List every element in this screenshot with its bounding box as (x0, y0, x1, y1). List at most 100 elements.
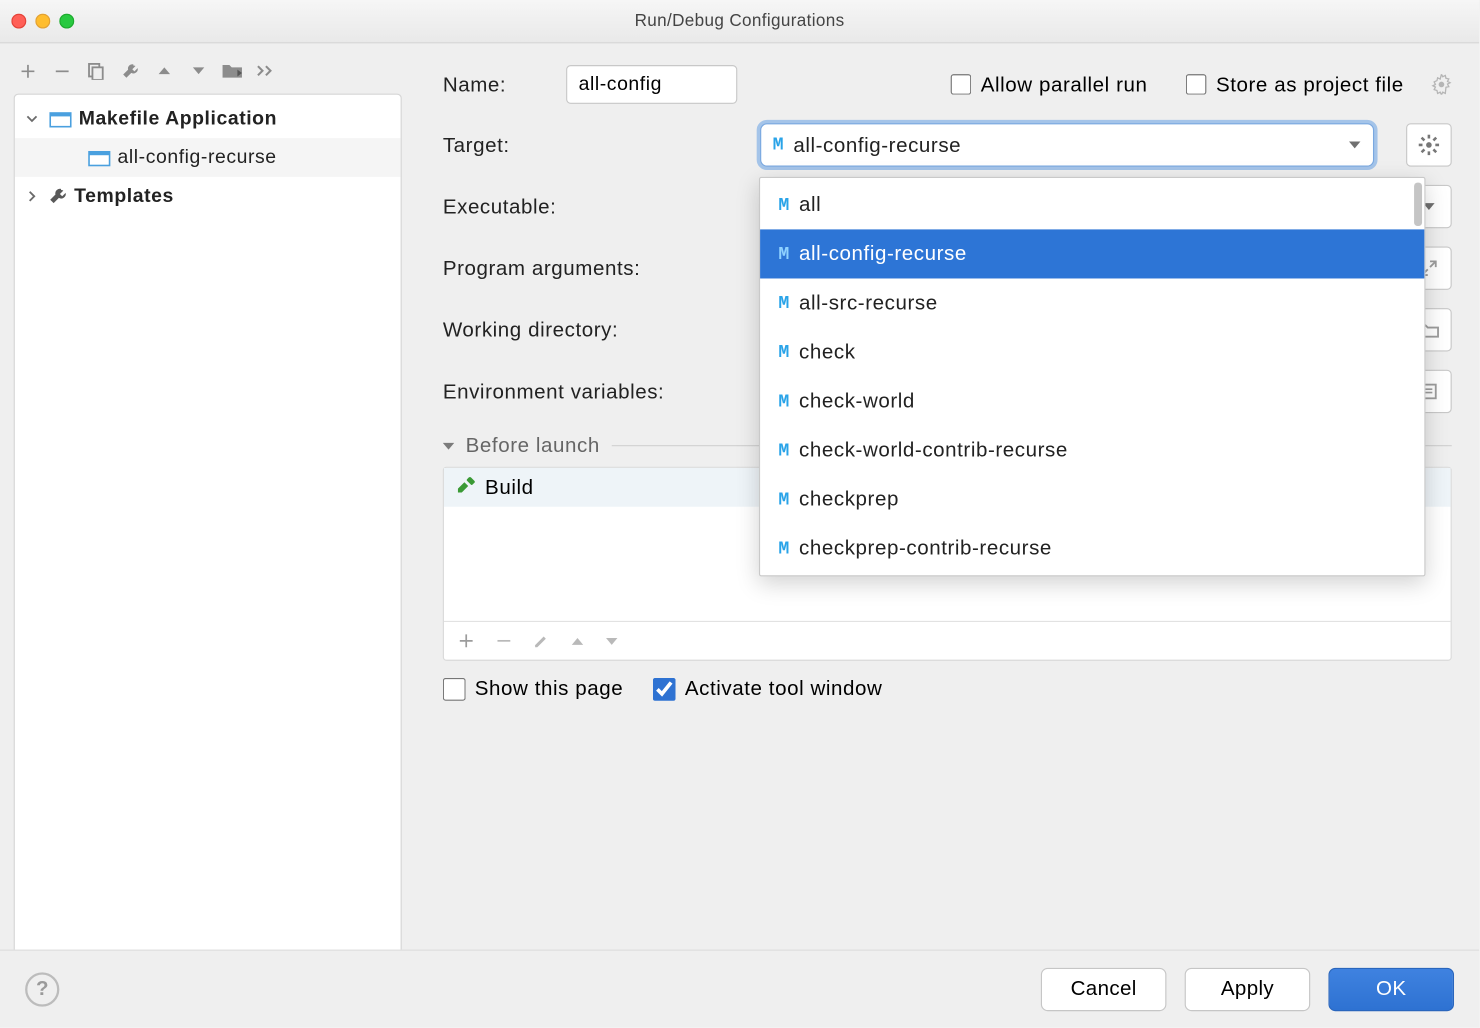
allow-parallel-run-checkbox[interactable]: Allow parallel run (951, 72, 1147, 96)
target-option-checkprep-contrib-recurse[interactable]: Mcheckprep-contrib-recurse (760, 524, 1424, 573)
activate-tool-window-input[interactable] (653, 677, 676, 700)
tree-node-label: Templates (74, 185, 174, 208)
target-label: Target: (443, 133, 740, 157)
sidebar-toolbar (14, 55, 402, 94)
show-this-page-input[interactable] (443, 677, 466, 700)
edit-task-icon[interactable] (533, 632, 550, 649)
build-icon (455, 477, 476, 498)
executable-label: Executable: (443, 195, 740, 219)
config-form: Name: Allow parallel run Store as projec… (411, 43, 1479, 1027)
cancel-button[interactable]: Cancel (1041, 967, 1167, 1010)
titlebar: Run/Debug Configurations (0, 0, 1479, 43)
expand-toggle-icon[interactable] (26, 113, 42, 124)
before-launch-toolbar (444, 621, 1451, 660)
remove-task-icon[interactable] (495, 632, 512, 649)
cancel-label: Cancel (1071, 977, 1137, 1001)
edit-templates-icon[interactable] (119, 59, 142, 82)
move-down-icon[interactable] (187, 59, 210, 82)
makefile-target-icon: M (778, 538, 790, 559)
config-tree[interactable]: Makefile Application all-config-recurse (14, 94, 402, 1016)
expand-toggle-icon[interactable] (26, 191, 42, 202)
env-vars-label: Environment variables: (443, 379, 740, 403)
makefile-target-icon: M (778, 489, 790, 510)
target-option-check-world[interactable]: Mcheck-world (760, 377, 1424, 426)
allow-parallel-run-label: Allow parallel run (981, 72, 1148, 96)
store-as-project-input[interactable] (1186, 74, 1207, 95)
tree-node-all-config-recurse[interactable]: all-config-recurse (15, 138, 401, 177)
add-config-icon[interactable] (16, 59, 39, 82)
window-controls (11, 14, 74, 29)
before-launch-item-label: Build (485, 475, 534, 499)
makefile-target-icon: M (778, 293, 790, 314)
button-bar: ? Cancel Apply OK (0, 950, 1479, 1028)
move-task-up-icon[interactable] (571, 634, 585, 648)
makefile-target-icon: M (778, 391, 790, 412)
tree-node-makefile-application[interactable]: Makefile Application (15, 99, 401, 138)
close-window-icon[interactable] (11, 14, 26, 29)
target-select[interactable]: M all-config-recurse Mall Mall-config-re… (760, 123, 1374, 166)
makefile-target-icon: M (778, 244, 790, 265)
program-args-label: Program arguments: (443, 256, 740, 280)
chevron-down-icon (1348, 138, 1362, 152)
option-label: check-world (799, 389, 915, 413)
option-label: all-src-recurse (799, 291, 938, 315)
option-label: all (799, 193, 821, 217)
option-label: checkprep-contrib-recurse (799, 536, 1052, 560)
target-value: all-config-recurse (793, 133, 961, 157)
working-dir-label: Working directory: (443, 318, 740, 342)
row-name: Name: Allow parallel run Store as projec… (443, 59, 1452, 109)
before-launch-label: Before launch (466, 434, 600, 458)
target-option-all-src-recurse[interactable]: Mall-src-recurse (760, 278, 1424, 327)
footer-checkboxes: Show this page Activate tool window (443, 677, 1452, 701)
window-title: Run/Debug Configurations (635, 11, 845, 30)
store-as-project-label: Store as project file (1216, 72, 1404, 96)
option-label: check (799, 340, 856, 364)
templates-icon (49, 187, 67, 205)
more-actions-icon[interactable] (256, 59, 279, 82)
allow-parallel-run-input[interactable] (951, 74, 972, 95)
target-option-check[interactable]: Mcheck (760, 328, 1424, 377)
tree-node-templates[interactable]: Templates (15, 177, 401, 216)
zoom-window-icon[interactable] (59, 14, 74, 29)
help-button[interactable]: ? (25, 972, 59, 1006)
project-file-settings-icon[interactable] (1431, 74, 1452, 95)
target-option-all[interactable]: Mall (760, 180, 1424, 229)
makefile-target-icon: M (778, 195, 790, 216)
dropdown-scrollbar[interactable] (1414, 183, 1422, 226)
apply-button[interactable]: Apply (1185, 967, 1311, 1010)
target-dropdown[interactable]: Mall Mall-config-recurse Mall-src-recurs… (759, 177, 1426, 576)
apply-label: Apply (1221, 977, 1274, 1001)
makefile-app-icon (88, 148, 111, 166)
collapse-toggle-icon[interactable] (443, 440, 454, 451)
move-task-down-icon[interactable] (605, 634, 619, 648)
option-label: all-config-recurse (799, 242, 967, 266)
add-task-icon[interactable] (458, 632, 475, 649)
ok-label: OK (1376, 977, 1406, 1001)
name-input[interactable] (566, 65, 737, 104)
folder-action-icon[interactable] (221, 59, 244, 82)
activate-tool-window-checkbox[interactable]: Activate tool window (653, 677, 883, 701)
makefile-app-icon (49, 110, 72, 128)
show-this-page-checkbox[interactable]: Show this page (443, 677, 623, 701)
store-as-project-file-checkbox[interactable]: Store as project file (1186, 72, 1404, 96)
copy-config-icon[interactable] (84, 59, 107, 82)
option-label: checkprep (799, 487, 899, 511)
row-target: Target: M all-config-recurse Mall Mall-c… (443, 114, 1452, 176)
target-settings-button[interactable] (1406, 123, 1452, 166)
makefile-target-icon: M (778, 342, 790, 363)
target-option-checkprep[interactable]: Mcheckprep (760, 475, 1424, 524)
tree-node-label: all-config-recurse (118, 146, 277, 169)
activate-tool-window-label: Activate tool window (685, 677, 883, 701)
move-up-icon[interactable] (153, 59, 176, 82)
option-label: check-world-contrib-recurse (799, 438, 1068, 462)
show-this-page-label: Show this page (475, 677, 623, 701)
target-option-all-config-recurse[interactable]: Mall-config-recurse (760, 229, 1424, 278)
sidebar: Makefile Application all-config-recurse (0, 43, 411, 1027)
minimize-window-icon[interactable] (35, 14, 50, 29)
makefile-target-icon: M (773, 135, 785, 156)
ok-button[interactable]: OK (1328, 967, 1454, 1010)
makefile-target-icon: M (778, 440, 790, 461)
remove-config-icon[interactable] (50, 59, 73, 82)
target-option-check-world-contrib-recurse[interactable]: Mcheck-world-contrib-recurse (760, 426, 1424, 475)
name-label: Name: (443, 72, 546, 96)
